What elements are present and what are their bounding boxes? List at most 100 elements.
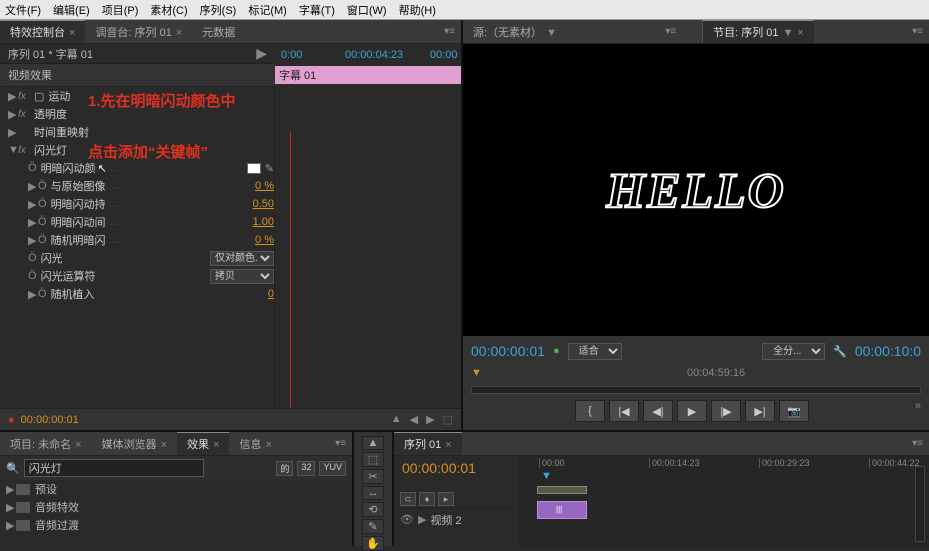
filter-chip[interactable]: YUV: [319, 461, 346, 476]
collapse-icon[interactable]: ▶: [256, 45, 267, 62]
collapse-icon[interactable]: ▶: [418, 513, 426, 526]
tab-project[interactable]: 项目: 未命名×: [0, 433, 92, 455]
selection-tool[interactable]: ▲: [362, 436, 384, 450]
tab-audio-mixer[interactable]: 调音台: 序列 01×: [85, 21, 192, 43]
stopwatch-icon[interactable]: Ö: [38, 288, 47, 300]
marker-button[interactable]: ♦: [419, 492, 435, 506]
param-value[interactable]: 0 %: [255, 234, 274, 246]
menu-help[interactable]: 帮助(H): [399, 2, 436, 17]
program-monitor[interactable]: HELLO: [463, 44, 929, 336]
search-icon: 🔍: [6, 462, 20, 475]
param-value[interactable]: 0 %: [255, 180, 274, 192]
timeline-clip-subtitle[interactable]: |||: [537, 501, 587, 519]
panel-menu-icon[interactable]: ▾≡: [665, 26, 676, 37]
track-video-2[interactable]: 👁 ▶ 视频 2: [394, 508, 518, 530]
rate-stretch-tool[interactable]: ⟲: [362, 502, 384, 517]
record-icon: ●: [8, 414, 15, 426]
tab-effect-controls[interactable]: 特效控制台×: [0, 20, 85, 43]
zoom-select[interactable]: 适合: [568, 343, 622, 360]
effects-search-input[interactable]: [24, 459, 204, 477]
menu-title[interactable]: 字幕(T): [299, 2, 335, 17]
nav-icon[interactable]: ◀: [410, 413, 418, 426]
panel-menu-icon[interactable]: ▾≡: [912, 26, 923, 37]
menu-marker[interactable]: 标记(M): [248, 2, 287, 17]
nav-icon[interactable]: ⬚: [443, 413, 453, 426]
playhead-icon[interactable]: ▼: [541, 470, 552, 482]
snap-button[interactable]: ⊂: [400, 492, 416, 506]
stopwatch-icon[interactable]: Ö: [38, 216, 47, 228]
close-icon[interactable]: ×: [69, 27, 75, 39]
timeline-timecode[interactable]: 00:00:00:01: [394, 456, 518, 480]
tab-effects[interactable]: 效果×: [177, 432, 229, 455]
go-to-in-button[interactable]: |◀: [609, 400, 639, 422]
folder-audio-effects[interactable]: ▶音频特效: [0, 498, 352, 516]
effect-row-timeremap[interactable]: ▶时间重映射: [0, 123, 274, 141]
razor-tool[interactable]: ✂: [362, 469, 384, 484]
stopwatch-icon[interactable]: Ö: [38, 234, 47, 246]
resolution-select[interactable]: 全分...: [762, 343, 825, 360]
go-to-out-button[interactable]: ▶|: [745, 400, 775, 422]
stopwatch-icon[interactable]: Ö: [28, 252, 37, 264]
track-button[interactable]: ▸: [438, 492, 454, 506]
video-effects-header[interactable]: 视频效果: [0, 64, 275, 87]
slip-tool[interactable]: ↔: [362, 486, 384, 500]
tab-metadata[interactable]: 元数据: [192, 21, 245, 43]
menu-window[interactable]: 窗口(W): [347, 2, 387, 17]
more-icon[interactable]: »: [915, 400, 921, 422]
nav-icon[interactable]: ▲: [391, 413, 402, 426]
close-icon[interactable]: ×: [176, 27, 182, 39]
play-button[interactable]: ▶: [677, 400, 707, 422]
step-back-button[interactable]: ◀|: [643, 400, 673, 422]
clip-bar-subtitle[interactable]: 字幕 01: [275, 66, 461, 84]
settings-icon[interactable]: 🔧: [833, 345, 847, 358]
menu-file[interactable]: 文件(F): [5, 2, 41, 17]
color-swatch[interactable]: [247, 163, 261, 174]
param-blend-original: ▶Ö与原始图像....0 %: [0, 177, 274, 195]
monitor-scrollbar[interactable]: [471, 386, 921, 394]
panel-menu-icon[interactable]: ▾≡: [444, 26, 455, 37]
menu-clip[interactable]: 素材(C): [150, 2, 187, 17]
pen-tool[interactable]: ✎: [362, 519, 384, 534]
filter-chip[interactable]: 的: [276, 461, 293, 476]
tab-source[interactable]: 源:（无素材）▼: [463, 21, 567, 43]
tab-sequence[interactable]: 序列 01×: [394, 432, 462, 455]
audio-meter: [915, 466, 925, 542]
stopwatch-icon[interactable]: Ö: [28, 162, 37, 174]
param-value[interactable]: 0: [268, 288, 274, 300]
timeline-ruler[interactable]: ▼ 00:00 00:00:14:23 00:00:29:23 00:00:44…: [519, 456, 929, 500]
panel-menu-icon[interactable]: ▾≡: [335, 438, 346, 449]
menu-edit[interactable]: 编辑(E): [53, 2, 90, 17]
close-icon[interactable]: ×: [797, 27, 803, 39]
panel-menu-icon[interactable]: ▾≡: [912, 438, 923, 449]
strobe-mode-select[interactable]: 仅对颜色...: [210, 251, 274, 266]
param-value[interactable]: 1.00: [253, 216, 274, 228]
eyedropper-icon[interactable]: ✎: [265, 162, 274, 175]
track-select-tool[interactable]: ⬚: [362, 452, 384, 467]
menu-project[interactable]: 项目(P): [102, 2, 139, 17]
status-timecode[interactable]: 00:00:00:01: [21, 414, 79, 426]
folder-audio-transitions[interactable]: ▶音频过渡: [0, 516, 352, 534]
effect-panel-tabs: 特效控制台× 调音台: 序列 01× 元数据 ▾≡: [0, 20, 461, 44]
stopwatch-icon[interactable]: Ö: [38, 180, 47, 192]
param-value[interactable]: 0.50: [253, 198, 274, 210]
stopwatch-icon[interactable]: Ö: [38, 198, 47, 210]
monitor-scrubber[interactable]: ▼ 00:04:59:16: [471, 362, 921, 384]
menu-sequence[interactable]: 序列(S): [200, 2, 237, 17]
monitor-timecode-left[interactable]: 00:00:00:01: [471, 343, 545, 359]
export-frame-button[interactable]: 📷: [779, 400, 809, 422]
nav-icon[interactable]: ▶: [426, 413, 434, 426]
stopwatch-icon[interactable]: Ö: [28, 270, 37, 282]
title-text-hello: HELLO: [606, 161, 785, 219]
eye-icon[interactable]: 👁: [400, 513, 414, 526]
mark-in-button[interactable]: {: [575, 400, 605, 422]
tab-program[interactable]: 节目: 序列 01▼×: [702, 20, 814, 43]
effect-timeline-ruler[interactable]: 0:00 00:00:04:23 00:00: [275, 44, 461, 66]
strobe-operator-select[interactable]: 拷贝: [210, 269, 274, 284]
work-area-bar[interactable]: [537, 486, 587, 494]
playhead-marker-icon[interactable]: ▼: [471, 367, 482, 379]
folder-presets[interactable]: ▶预设: [0, 480, 352, 498]
filter-chip[interactable]: 32: [297, 461, 315, 476]
step-forward-button[interactable]: |▶: [711, 400, 741, 422]
tab-media-browser[interactable]: 媒体浏览器×: [92, 433, 177, 455]
tab-info[interactable]: 信息×: [229, 433, 281, 455]
